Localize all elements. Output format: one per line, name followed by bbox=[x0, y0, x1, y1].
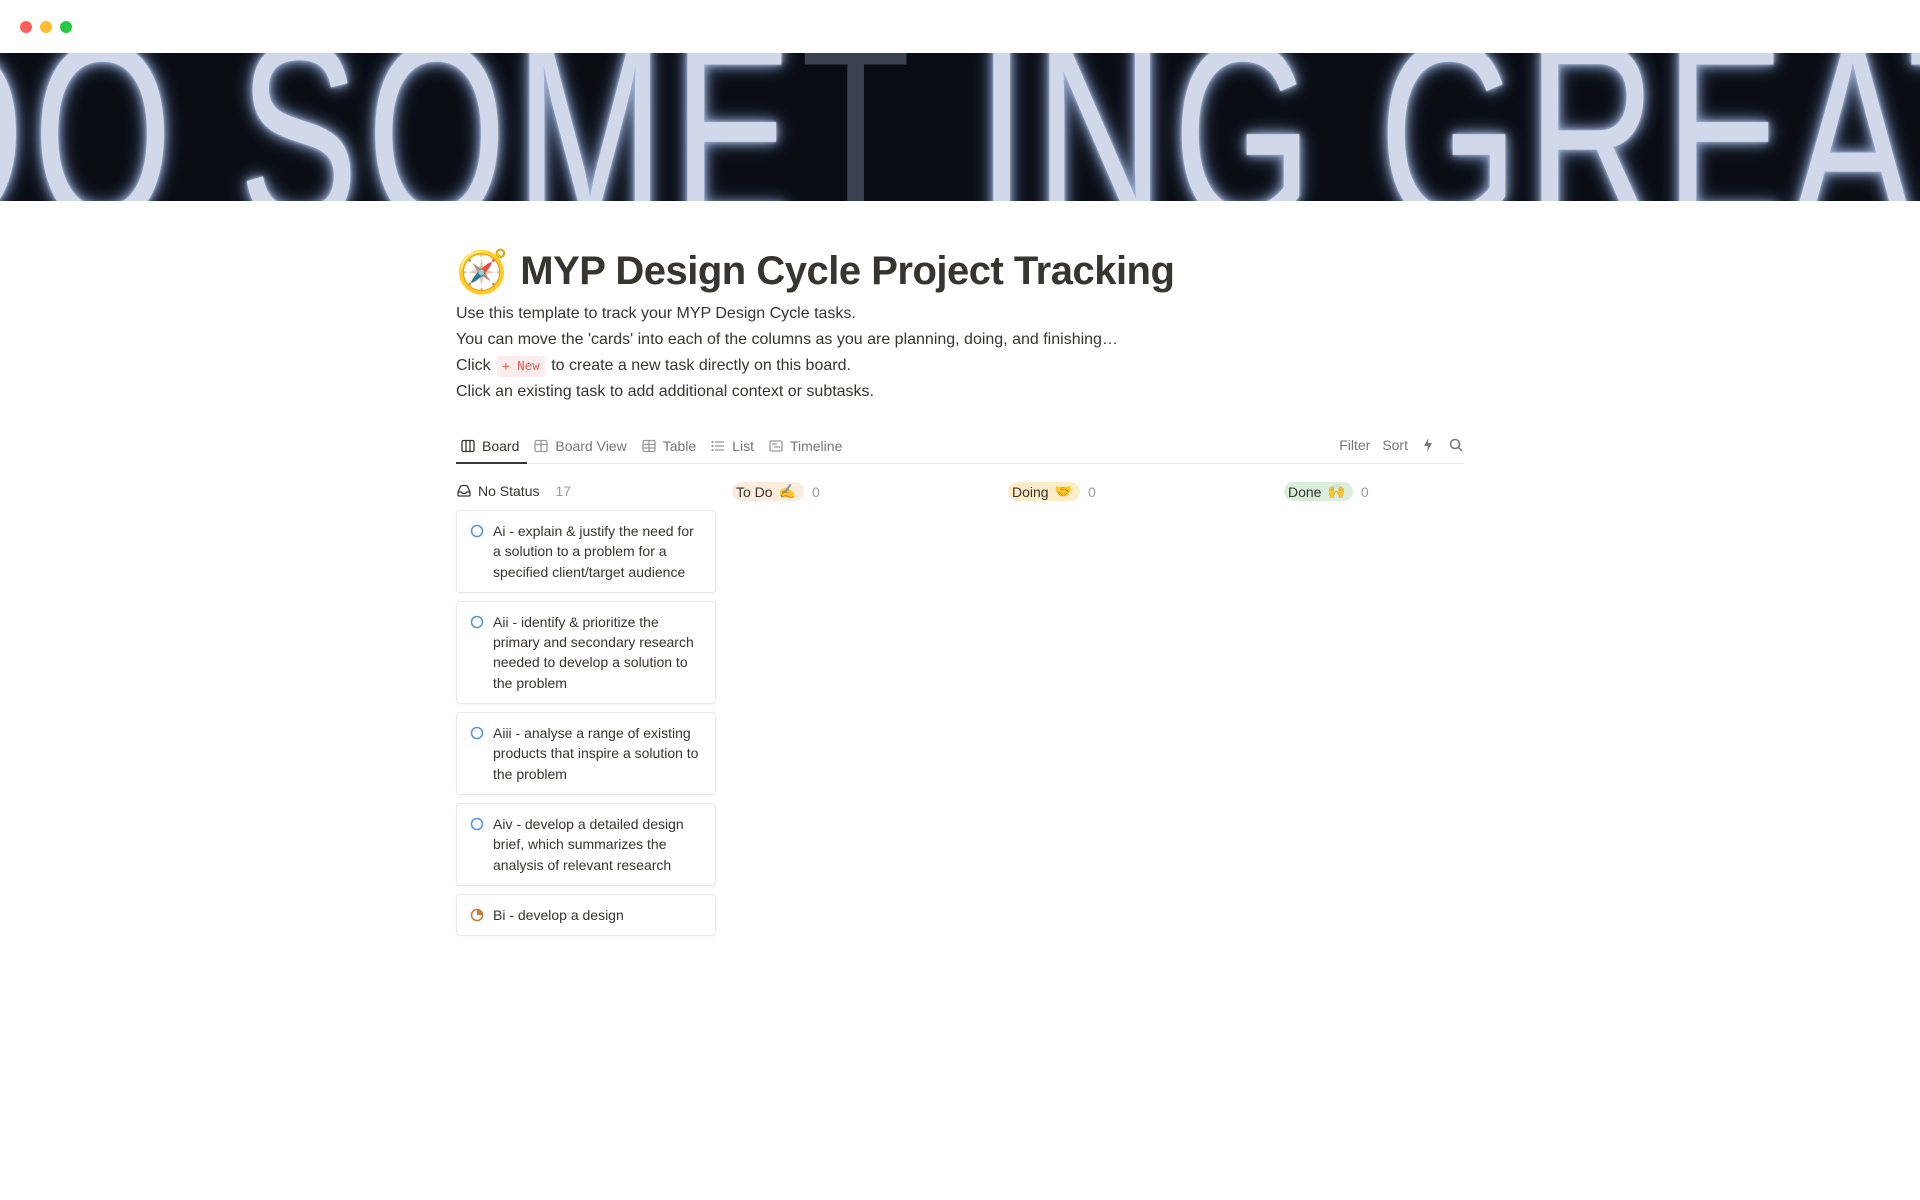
column-header-doing[interactable]: Doing 🤝 0 bbox=[1008, 482, 1268, 501]
column-doing-label: Doing bbox=[1012, 484, 1049, 500]
card[interactable]: Bi - develop a design bbox=[456, 894, 716, 936]
column-doing-count: 0 bbox=[1088, 484, 1096, 500]
view-tabs: Board Board View Table List Timeline bbox=[456, 432, 850, 463]
progress-quarter-icon bbox=[469, 907, 485, 923]
table-icon bbox=[641, 438, 657, 454]
progress-empty-icon bbox=[469, 725, 485, 741]
card-text: Aiii - analyse a range of existing produ… bbox=[493, 723, 703, 784]
column-todo-label: To Do bbox=[736, 484, 773, 500]
desc3-pre: Click bbox=[456, 357, 495, 374]
page-description-line-4: Click an existing task to add additional… bbox=[456, 380, 1464, 404]
tab-board-view[interactable]: Board View bbox=[529, 432, 634, 464]
desc3-post: to create a new task directly on this bo… bbox=[547, 357, 851, 374]
window-zoom-button[interactable] bbox=[60, 21, 72, 33]
column-done-label: Done bbox=[1288, 484, 1321, 500]
column-done-count: 0 bbox=[1361, 484, 1369, 500]
card[interactable]: Aiv - develop a detailed design brief, w… bbox=[456, 803, 716, 886]
board: No Status 17 Ai - explain & justify the … bbox=[456, 482, 1464, 944]
tab-board-view-label: Board View bbox=[555, 438, 626, 454]
card-text: Bi - develop a design bbox=[493, 905, 624, 925]
page-title[interactable]: MYP Design Cycle Project Tracking bbox=[520, 249, 1174, 294]
page-title-row: 🧭 MYP Design Cycle Project Tracking bbox=[456, 249, 1464, 294]
progress-empty-icon bbox=[469, 816, 485, 832]
search-icon[interactable] bbox=[1448, 437, 1464, 453]
card[interactable]: Aii - identify & prioritize the primary … bbox=[456, 601, 716, 704]
tab-list-label: List bbox=[732, 438, 754, 454]
window-minimize-button[interactable] bbox=[40, 21, 52, 33]
view-actions: Filter Sort bbox=[1339, 437, 1464, 459]
column-no-status-label: No Status bbox=[478, 483, 539, 499]
tab-timeline[interactable]: Timeline bbox=[764, 432, 850, 464]
filter-button[interactable]: Filter bbox=[1339, 437, 1370, 453]
tab-timeline-label: Timeline bbox=[790, 438, 842, 454]
list-icon bbox=[710, 438, 726, 454]
new-badge: + New bbox=[497, 356, 545, 377]
handshake-icon: 🤝 bbox=[1055, 483, 1072, 500]
page-description-line-3: Click + New to create a new task directl… bbox=[456, 354, 1464, 378]
column-header-todo[interactable]: To Do ✍️ 0 bbox=[732, 482, 992, 501]
table-icon bbox=[533, 438, 549, 454]
inbox-icon bbox=[456, 483, 472, 499]
tab-table-label: Table bbox=[663, 438, 696, 454]
tab-list[interactable]: List bbox=[706, 432, 762, 464]
writing-hand-icon: ✍️ bbox=[779, 483, 796, 500]
tab-board-label: Board bbox=[482, 438, 519, 454]
progress-empty-icon bbox=[469, 523, 485, 539]
automations-icon[interactable] bbox=[1420, 437, 1436, 453]
cover-neon-text: DO SOMET ING GREAT bbox=[0, 53, 1920, 201]
tab-table[interactable]: Table bbox=[637, 432, 704, 464]
window-close-button[interactable] bbox=[20, 21, 32, 33]
column-header-done[interactable]: Done 🙌 0 bbox=[1284, 482, 1544, 501]
timeline-icon bbox=[768, 438, 784, 454]
card-text: Ai - explain & justify the need for a so… bbox=[493, 521, 703, 582]
column-no-status: No Status 17 Ai - explain & justify the … bbox=[456, 482, 716, 944]
card-text: Aii - identify & prioritize the primary … bbox=[493, 612, 703, 693]
page-cover[interactable]: DO SOMET ING GREAT bbox=[0, 53, 1920, 201]
card[interactable]: Ai - explain & justify the need for a so… bbox=[456, 510, 716, 593]
board-icon bbox=[460, 438, 476, 454]
card-text: Aiv - develop a detailed design brief, w… bbox=[493, 814, 703, 875]
page-description-line-2: You can move the 'cards' into each of th… bbox=[456, 328, 1464, 352]
page-emoji-icon[interactable]: 🧭 bbox=[456, 251, 508, 293]
sort-button[interactable]: Sort bbox=[1382, 437, 1408, 453]
column-todo-count: 0 bbox=[812, 484, 820, 500]
column-doing: Doing 🤝 0 bbox=[1008, 482, 1268, 944]
page-description-line-1: Use this template to track your MYP Desi… bbox=[456, 302, 1464, 326]
column-header-no-status[interactable]: No Status 17 bbox=[456, 482, 716, 500]
views-bar: Board Board View Table List Timeline Fil… bbox=[456, 432, 1464, 464]
card[interactable]: Aiii - analyse a range of existing produ… bbox=[456, 712, 716, 795]
window-titlebar bbox=[0, 0, 1920, 53]
raised-hands-icon: 🙌 bbox=[1327, 483, 1344, 500]
column-done: Done 🙌 0 bbox=[1284, 482, 1544, 944]
tab-board[interactable]: Board bbox=[456, 432, 527, 464]
column-todo: To Do ✍️ 0 bbox=[732, 482, 992, 944]
column-no-status-count: 17 bbox=[555, 483, 571, 499]
progress-empty-icon bbox=[469, 614, 485, 630]
